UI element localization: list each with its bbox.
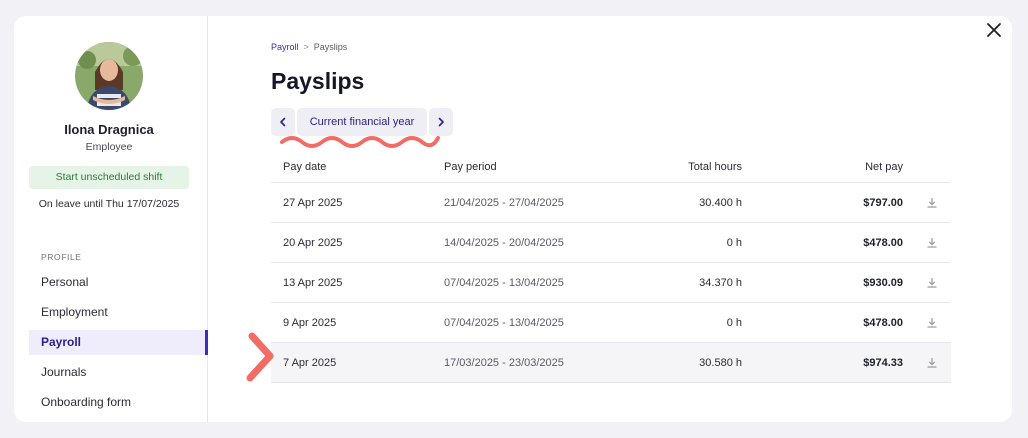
avatar bbox=[75, 42, 143, 110]
table-row[interactable]: 20 Apr 2025 14/04/2025 - 20/04/2025 0 h … bbox=[271, 223, 951, 263]
total-hours-cell: 30.400 h bbox=[699, 197, 742, 209]
employee-name: Ilona Dragnica bbox=[64, 122, 154, 137]
page-title: Payslips bbox=[271, 68, 365, 94]
squiggle-annotation bbox=[280, 136, 440, 148]
sidebar-item-personal[interactable]: Personal bbox=[29, 270, 208, 295]
period-label: Current financial year bbox=[309, 116, 415, 128]
pay-period-cell: 07/04/2025 - 13/04/2025 bbox=[444, 317, 564, 329]
pay-date-cell: 7 Apr 2025 bbox=[283, 357, 337, 369]
net-pay-cell: $974.33 bbox=[863, 357, 903, 369]
pay-date-cell: 13 Apr 2025 bbox=[283, 277, 343, 289]
close-icon[interactable] bbox=[984, 20, 1004, 40]
table-header: Pay date Pay period Total hours Net pay bbox=[271, 154, 951, 183]
pay-date-cell: 20 Apr 2025 bbox=[283, 237, 343, 249]
breadcrumb-current: Payslips bbox=[313, 42, 348, 52]
net-pay-cell: $930.09 bbox=[863, 277, 903, 289]
download-icon[interactable] bbox=[926, 237, 938, 249]
header-pay-date: Pay date bbox=[283, 161, 327, 173]
breadcrumb-separator: > bbox=[303, 42, 309, 52]
header-total-hours: Total hours bbox=[688, 161, 742, 173]
download-icon[interactable] bbox=[926, 357, 938, 369]
total-hours-cell: 0 h bbox=[726, 237, 742, 249]
modal-card: Ilona Dragnica Employee Start unschedule… bbox=[14, 16, 1012, 422]
sidebar-item-journals[interactable]: Journals bbox=[29, 360, 208, 385]
download-icon[interactable] bbox=[926, 197, 938, 209]
sidebar-item-payroll[interactable]: Payroll bbox=[29, 330, 208, 355]
pay-date-cell: 27 Apr 2025 bbox=[283, 197, 343, 209]
net-pay-cell: $478.00 bbox=[863, 317, 903, 329]
sidebar-item-employment[interactable]: Employment bbox=[29, 300, 208, 325]
breadcrumb: Payroll > Payslips bbox=[271, 42, 347, 52]
header-net-pay: Net pay bbox=[865, 161, 903, 173]
total-hours-cell: 30.580 h bbox=[699, 357, 742, 369]
header-pay-period: Pay period bbox=[444, 161, 497, 173]
table-row[interactable]: 27 Apr 2025 21/04/2025 - 27/04/2025 30.4… bbox=[271, 183, 951, 223]
total-hours-cell: 0 h bbox=[726, 317, 742, 329]
pay-period-cell: 07/04/2025 - 13/04/2025 bbox=[444, 277, 564, 289]
section-label-profile: PROFILE bbox=[41, 252, 82, 262]
download-icon[interactable] bbox=[926, 317, 938, 329]
chevron-left-icon bbox=[280, 117, 286, 127]
breadcrumb-payroll-link[interactable]: Payroll bbox=[271, 42, 299, 52]
pay-period-cell: 21/04/2025 - 27/04/2025 bbox=[444, 197, 564, 209]
chevron-right-icon bbox=[438, 117, 444, 127]
download-icon[interactable] bbox=[926, 277, 938, 289]
sidebar-item-onboarding-form[interactable]: Onboarding form bbox=[29, 390, 208, 415]
profile-sidebar: Ilona Dragnica Employee Start unschedule… bbox=[14, 16, 208, 422]
pay-period-cell: 17/03/2025 - 23/03/2025 bbox=[444, 357, 564, 369]
start-unscheduled-shift-button[interactable]: Start unscheduled shift bbox=[29, 166, 189, 189]
table-row[interactable]: 13 Apr 2025 07/04/2025 - 13/04/2025 34.3… bbox=[271, 263, 951, 303]
pay-date-cell: 9 Apr 2025 bbox=[283, 317, 337, 329]
pay-period-cell: 14/04/2025 - 20/04/2025 bbox=[444, 237, 564, 249]
table-row[interactable]: 9 Apr 2025 07/04/2025 - 13/04/2025 0 h $… bbox=[271, 303, 951, 343]
leave-status: On leave until Thu 17/07/2025 bbox=[38, 198, 180, 210]
arrow-annotation bbox=[246, 332, 274, 382]
net-pay-cell: $797.00 bbox=[863, 197, 903, 209]
payslips-table: Pay date Pay period Total hours Net pay … bbox=[271, 154, 951, 383]
total-hours-cell: 34.370 h bbox=[699, 277, 742, 289]
net-pay-cell: $478.00 bbox=[863, 237, 903, 249]
table-row-highlighted[interactable]: 7 Apr 2025 17/03/2025 - 23/03/2025 30.58… bbox=[271, 343, 951, 383]
employee-role: Employee bbox=[85, 141, 133, 153]
